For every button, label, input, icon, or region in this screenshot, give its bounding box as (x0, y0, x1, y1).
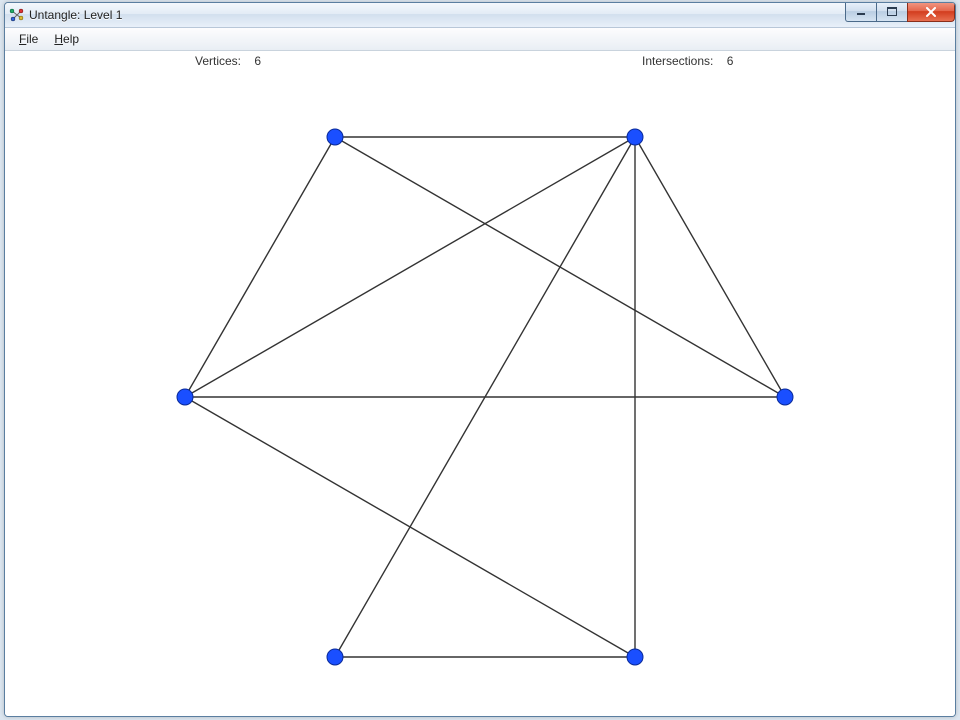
edge (185, 137, 335, 397)
maximize-button[interactable] (876, 2, 908, 22)
minimize-icon (856, 8, 866, 16)
close-icon (925, 7, 937, 17)
window-controls (846, 2, 955, 22)
graph-canvas[interactable] (5, 51, 955, 716)
edge (185, 397, 635, 657)
app-window: Untangle: Level 1 File Help (4, 2, 956, 717)
menu-file-rest: ile (26, 32, 38, 46)
edge (185, 137, 635, 397)
app-icon (9, 7, 25, 23)
vertex[interactable] (627, 129, 643, 145)
vertex[interactable] (777, 389, 793, 405)
canvas-area[interactable]: Vertices: 6 Intersections: 6 (5, 51, 955, 716)
vertex[interactable] (327, 649, 343, 665)
menu-help-rest: elp (63, 32, 79, 46)
menu-help[interactable]: Help (46, 30, 87, 48)
menu-file[interactable]: File (11, 30, 46, 48)
menubar: File Help (5, 28, 955, 51)
maximize-icon (887, 7, 897, 16)
edge (635, 137, 785, 397)
minimize-button[interactable] (845, 2, 877, 22)
titlebar[interactable]: Untangle: Level 1 (5, 3, 955, 28)
close-button[interactable] (907, 2, 955, 22)
vertex[interactable] (177, 389, 193, 405)
vertex[interactable] (627, 649, 643, 665)
window-title: Untangle: Level 1 (29, 8, 122, 22)
vertex[interactable] (327, 129, 343, 145)
